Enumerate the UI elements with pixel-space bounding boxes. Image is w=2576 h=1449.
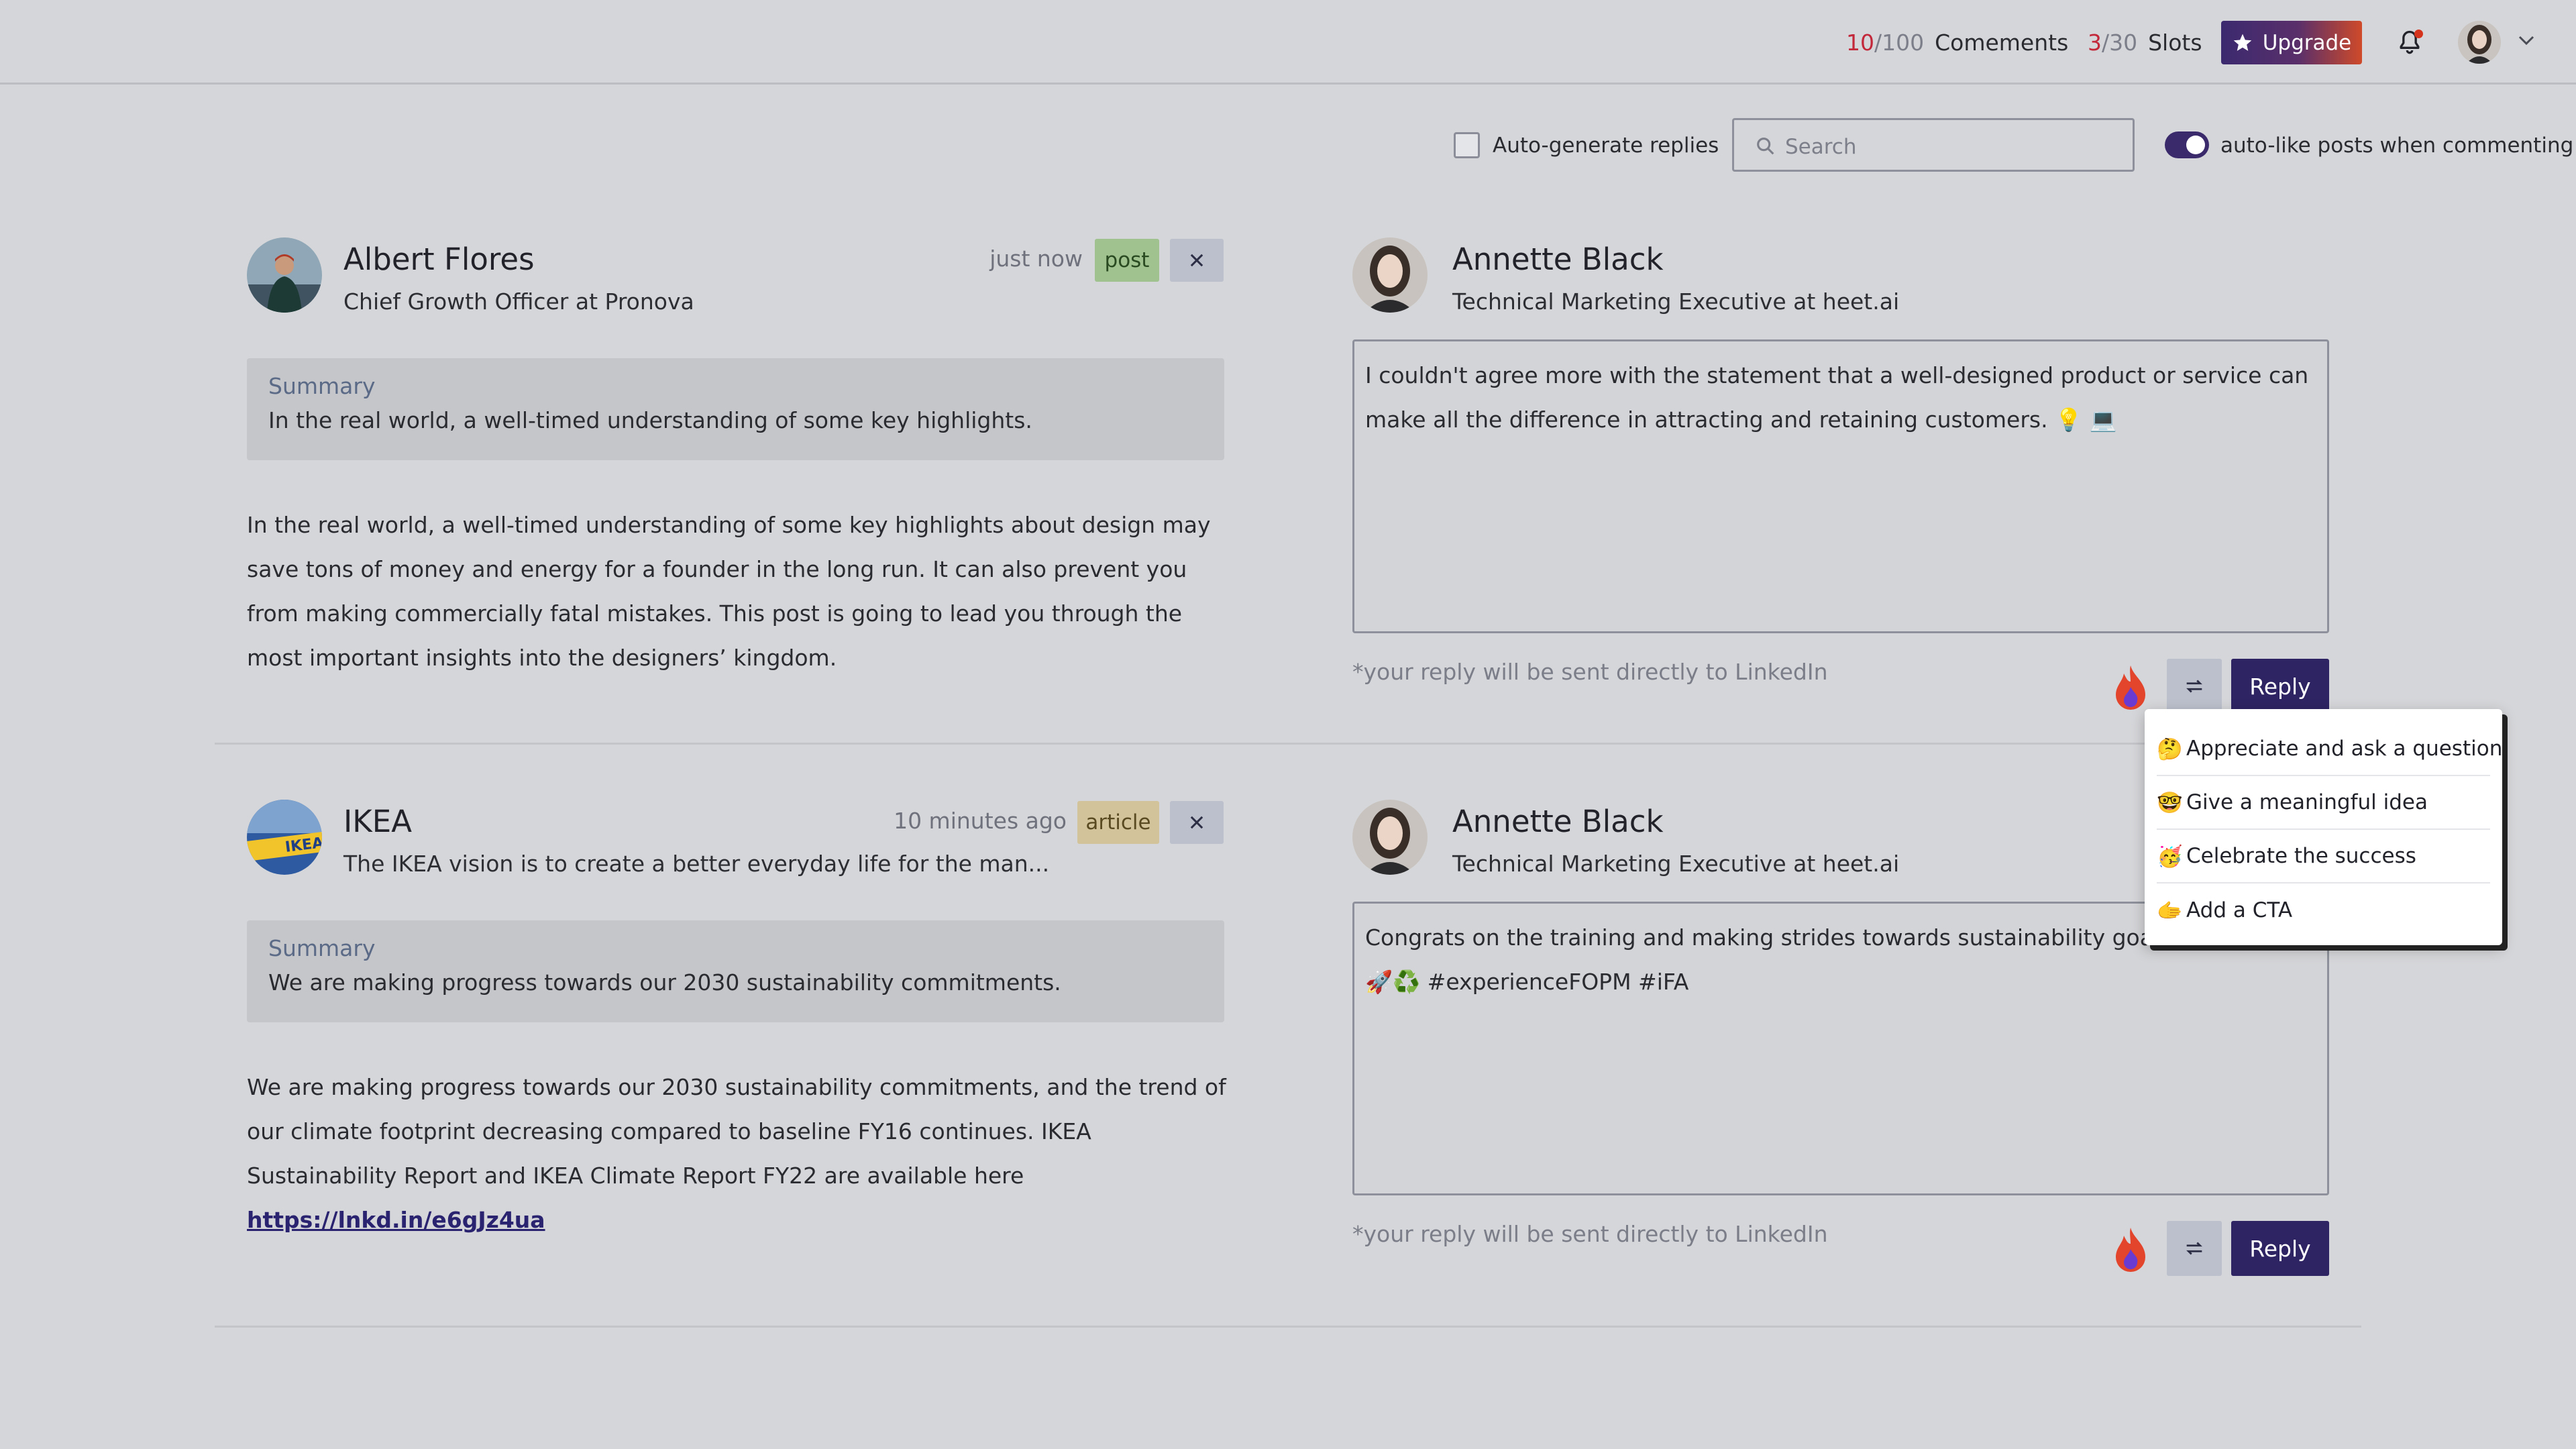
reply-author-headline: Technical Marketing Executive at heet.ai — [1452, 851, 1900, 877]
slots-count: 3 — [2088, 30, 2102, 56]
reply-note: *your reply will be sent directly to Lin… — [1352, 659, 1828, 685]
reply-author-avatar — [1352, 800, 1428, 875]
user-avatar-image — [2458, 21, 2501, 64]
summary-text: We are making progress towards our 2030 … — [268, 969, 1061, 996]
post-author-headline: The IKEA vision is to create a better ev… — [343, 851, 1050, 877]
reply-author-headline: Technical Marketing Executive at heet.ai — [1452, 288, 1900, 315]
summary-title: Summary — [268, 935, 376, 961]
reply-textarea[interactable]: Congrats on the training and making stri… — [1352, 902, 2329, 1195]
chevron-down-icon[interactable] — [2517, 34, 2536, 47]
reply-button[interactable]: Reply — [2231, 1221, 2329, 1276]
annette-avatar-image — [1352, 800, 1428, 875]
menu-item-cta[interactable]: 🫱 Add a CTA — [2157, 883, 2490, 937]
thinking-emoji-icon: 🤔 — [2157, 737, 2183, 761]
upgrade-label: Upgrade — [2262, 30, 2352, 55]
app-page: 10/100 Comements 3/30 Slots Upgrade Auto-g… — [0, 0, 2576, 1449]
top-bar: 10/100 Comements 3/30 Slots Upgrade — [0, 0, 2576, 85]
post-body: We are making progress towards our 2030 … — [247, 1065, 1233, 1242]
reply-author-avatar — [1352, 237, 1428, 313]
comments-count: 10 — [1846, 30, 1874, 56]
post-type-badge: article — [1077, 801, 1159, 844]
close-icon — [1190, 816, 1203, 829]
menu-item-label: Celebrate the success — [2186, 844, 2416, 868]
post-body: In the real world, a well-timed understa… — [247, 512, 1211, 671]
nerd-emoji-icon: 🤓 — [2157, 791, 2183, 815]
search-icon — [1757, 138, 1774, 155]
post-author-name[interactable]: Albert Flores — [343, 241, 535, 277]
dismiss-post-button[interactable] — [1170, 801, 1224, 844]
post-divider — [215, 1326, 2361, 1328]
upgrade-button[interactable]: Upgrade — [2221, 21, 2362, 64]
repeat-icon — [2186, 680, 2202, 693]
post-author-headline: Chief Growth Officer at Pronova — [343, 288, 694, 315]
summary-title: Summary — [268, 373, 376, 399]
comments-counter: 10/100 Comements — [1846, 30, 2068, 56]
user-avatar[interactable] — [2458, 21, 2501, 64]
slots-counter: 3/30 Slots — [2088, 30, 2202, 56]
reply-button[interactable]: Reply — [2231, 659, 2329, 714]
search-placeholder: Search — [1785, 135, 1857, 159]
search-input[interactable]: Search — [1732, 118, 2135, 172]
reply-suggestions-menu: 🤔 Appreciate and ask a question 🤓 Give a… — [2145, 709, 2502, 945]
reply-author-name: Annette Black — [1452, 804, 1664, 839]
notification-dot — [2414, 30, 2423, 38]
auto-like-toggle[interactable] — [2165, 131, 2209, 158]
close-icon — [1190, 254, 1203, 267]
reply-note: *your reply will be sent directly to Lin… — [1352, 1221, 1828, 1247]
fire-icon[interactable] — [2110, 663, 2151, 711]
fire-icon[interactable] — [2110, 1225, 2151, 1273]
dismiss-post-button[interactable] — [1170, 239, 1224, 282]
regenerate-button[interactable] — [2167, 1221, 2222, 1276]
summary-text: In the real world, a well-timed understa… — [268, 407, 1032, 433]
hand-emoji-icon: 🫱 — [2157, 899, 2183, 923]
post-link[interactable]: https://lnkd.in/e6gJz4ua — [247, 1207, 545, 1233]
post-type-badge: post — [1095, 239, 1159, 282]
reply-text-line2: 🚀♻️ #experienceFOPM #iFA — [1365, 969, 1689, 995]
auto-generate-checkbox[interactable] — [1454, 132, 1480, 158]
reply-author-name: Annette Black — [1452, 241, 1664, 277]
menu-item-celebrate[interactable]: 🥳 Celebrate the success — [2157, 830, 2490, 883]
comments-label: Comements — [1935, 30, 2069, 56]
comments-limit: /100 — [1874, 30, 1925, 56]
post-body-text: We are making progress towards our 2030 … — [247, 1074, 1226, 1189]
post-time: just now — [989, 246, 1083, 272]
slots-limit: /30 — [2102, 30, 2138, 56]
menu-item-label: Give a meaningful idea — [2186, 790, 2428, 814]
post-time: 10 minutes ago — [894, 808, 1067, 834]
reply-textarea[interactable]: I couldn't agree more with the statement… — [1352, 339, 2329, 633]
post-summary: Summary In the real world, a well-timed … — [247, 358, 1224, 460]
repeat-icon — [2186, 1242, 2202, 1255]
post-summary: Summary We are making progress towards o… — [247, 920, 1224, 1022]
auto-like-label: auto-like posts when commenting — [2220, 133, 2574, 158]
reply-text: I couldn't agree more with the statement… — [1365, 362, 2309, 433]
party-emoji-icon: 🥳 — [2157, 845, 2183, 869]
post-author-avatar[interactable] — [247, 237, 322, 313]
slots-label: Slots — [2148, 30, 2202, 56]
notification-bell-button[interactable] — [2395, 28, 2424, 58]
post-author-name[interactable]: IKEA — [343, 804, 412, 839]
albert-avatar-image — [247, 237, 322, 313]
menu-item-appreciate[interactable]: 🤔 Appreciate and ask a question — [2157, 722, 2502, 776]
auto-generate-label: Auto-generate replies — [1493, 133, 1719, 158]
regenerate-button[interactable] — [2167, 659, 2222, 714]
toggle-knob — [2186, 136, 2205, 154]
ikea-avatar-image: IKEA — [247, 800, 322, 875]
post-divider — [215, 743, 2361, 745]
menu-item-label: Appreciate and ask a question — [2186, 737, 2503, 761]
star-icon — [2233, 34, 2252, 51]
post-author-avatar[interactable]: IKEA — [247, 800, 322, 875]
annette-avatar-image — [1352, 237, 1428, 313]
menu-item-idea[interactable]: 🤓 Give a meaningful idea — [2157, 776, 2490, 830]
menu-item-label: Add a CTA — [2186, 898, 2293, 922]
